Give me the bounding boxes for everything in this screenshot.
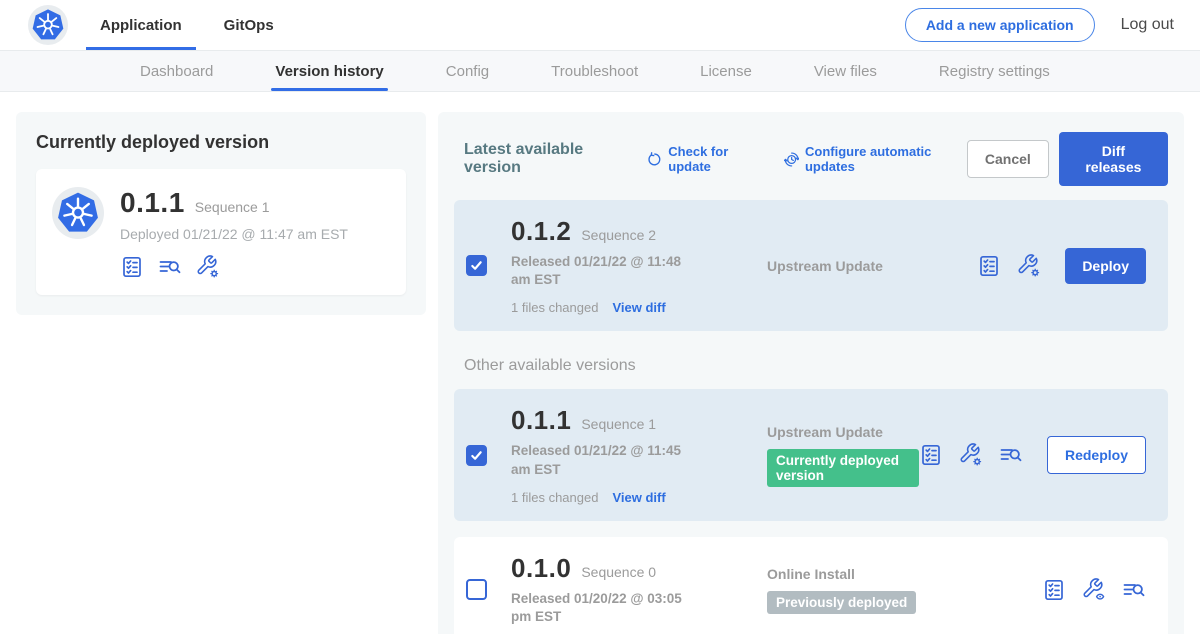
version-sequence: Sequence 2 xyxy=(581,227,656,243)
tab-config[interactable]: Config xyxy=(446,51,489,91)
other-available-versions-label: Other available versions xyxy=(464,357,1168,375)
view-config-icon[interactable] xyxy=(1082,578,1106,602)
cancel-button[interactable]: Cancel xyxy=(967,140,1049,178)
latest-available-title: Latest available version xyxy=(464,141,627,177)
version-select-checkbox[interactable] xyxy=(466,255,487,276)
version-info: 0.1.2 Sequence 2 Released 01/21/22 @ 11:… xyxy=(511,216,723,315)
files-changed-label: 1 files changed xyxy=(511,490,598,505)
files-changed-label: 1 files changed xyxy=(511,300,598,315)
version-select-checkbox[interactable] xyxy=(466,445,487,466)
tab-dashboard[interactable]: Dashboard xyxy=(140,51,213,91)
version-actions xyxy=(1042,578,1150,602)
version-sequence: Sequence 0 xyxy=(581,564,656,580)
version-status-badge: Currently deployed version xyxy=(767,449,919,487)
deployed-timestamp: Deployed 01/21/22 @ 11:47 am EST xyxy=(120,226,348,242)
version-row: 0.1.0 Sequence 0 Released 01/20/22 @ 03:… xyxy=(454,537,1168,634)
version-select-checkbox[interactable] xyxy=(466,579,487,600)
sub-nav: Dashboard Version history Config Troublesho… xyxy=(0,50,1200,92)
deployed-version-box: 0.1.1 Sequence 1 Deployed 01/21/22 @ 11:… xyxy=(36,169,406,295)
preflight-checklist-icon[interactable] xyxy=(120,255,144,279)
top-tab-gitops[interactable]: GitOps xyxy=(224,0,274,50)
add-new-application-button[interactable]: Add a new application xyxy=(905,8,1095,42)
currently-deployed-card: Currently deployed version xyxy=(16,112,426,315)
tab-license[interactable]: License xyxy=(700,51,752,91)
edit-config-icon[interactable] xyxy=(196,255,220,279)
version-info: 0.1.1 Sequence 1 Released 01/21/22 @ 11:… xyxy=(511,405,723,504)
logout-button[interactable]: Log out xyxy=(1121,16,1174,34)
version-info: 0.1.0 Sequence 0 Released 01/20/22 @ 03:… xyxy=(511,553,723,626)
scheduled-update-icon xyxy=(784,151,799,168)
main-content: Currently deployed version xyxy=(0,92,1200,634)
configure-automatic-updates-link[interactable]: Configure automatic updates xyxy=(784,144,967,174)
latest-version-list: 0.1.2 Sequence 2 Released 01/21/22 @ 11:… xyxy=(454,200,1168,331)
edit-config-icon[interactable] xyxy=(959,443,983,467)
version-released-timestamp: Released 01/20/22 @ 03:05 pm EST xyxy=(511,590,703,626)
version-source: Upstream Update xyxy=(723,258,977,274)
version-sequence: Sequence 1 xyxy=(581,416,656,432)
preflight-checklist-icon[interactable] xyxy=(919,443,943,467)
deploy-logs-icon[interactable] xyxy=(999,443,1023,467)
deployed-version-icons xyxy=(120,255,348,279)
version-source-label: Online Install xyxy=(767,566,1042,582)
tab-version-history[interactable]: Version history xyxy=(275,51,383,91)
deployed-version-number: 0.1.1 xyxy=(120,187,185,219)
version-source: Upstream Update Currently deployed versi… xyxy=(723,424,919,487)
check-for-update-link[interactable]: Check for update xyxy=(647,144,764,174)
version-source: Online Install Previously deployed xyxy=(723,566,1042,614)
deployed-version-sequence: Sequence 1 xyxy=(195,199,270,215)
deploy-logs-icon[interactable] xyxy=(158,255,182,279)
view-diff-link[interactable]: View diff xyxy=(612,490,665,505)
version-status-badge: Previously deployed xyxy=(767,591,916,614)
tab-troubleshoot[interactable]: Troubleshoot xyxy=(551,51,638,91)
tab-registry-settings[interactable]: Registry settings xyxy=(939,51,1050,91)
deploy-logs-icon[interactable] xyxy=(1122,578,1146,602)
version-released-timestamp: Released 01/21/22 @ 11:48 am EST xyxy=(511,253,703,289)
version-row: 0.1.1 Sequence 1 Released 01/21/22 @ 11:… xyxy=(454,389,1168,520)
other-versions-list: 0.1.1 Sequence 1 Released 01/21/22 @ 11:… xyxy=(454,389,1168,634)
version-actions: Deploy xyxy=(977,248,1150,284)
preflight-checklist-icon[interactable] xyxy=(977,254,1001,278)
check-for-update-label: Check for update xyxy=(668,144,763,174)
view-diff-link[interactable]: View diff xyxy=(612,300,665,315)
top-nav-tabs: Application GitOps xyxy=(100,0,274,50)
version-action-button[interactable]: Deploy xyxy=(1065,248,1146,284)
version-number: 0.1.2 xyxy=(511,216,571,247)
edit-config-icon[interactable] xyxy=(1017,254,1041,278)
preflight-checklist-icon[interactable] xyxy=(1042,578,1066,602)
refresh-icon xyxy=(647,151,662,168)
kubernetes-logo-icon xyxy=(28,5,68,45)
top-tab-application[interactable]: Application xyxy=(100,0,182,50)
version-number: 0.1.1 xyxy=(511,405,571,436)
tab-view-files[interactable]: View files xyxy=(814,51,877,91)
app-logo-icon xyxy=(52,187,104,239)
version-released-timestamp: Released 01/21/22 @ 11:45 am EST xyxy=(511,442,703,478)
diff-releases-button[interactable]: Diff releases xyxy=(1059,132,1168,186)
currently-deployed-title: Currently deployed version xyxy=(36,132,406,153)
latest-version-header: Latest available version Check for updat… xyxy=(454,128,1168,188)
top-nav: ApplicationGitOps Add a new application … xyxy=(0,0,1200,50)
version-source-label: Upstream Update xyxy=(767,258,977,274)
version-history-card: Latest available version Check for updat… xyxy=(438,112,1184,634)
version-actions: Redeploy xyxy=(919,436,1150,474)
version-row: 0.1.2 Sequence 2 Released 01/21/22 @ 11:… xyxy=(454,200,1168,331)
version-number: 0.1.0 xyxy=(511,553,571,584)
configure-automatic-updates-label: Configure automatic updates xyxy=(805,144,967,174)
version-source-label: Upstream Update xyxy=(767,424,919,440)
version-action-button[interactable]: Redeploy xyxy=(1047,436,1146,474)
